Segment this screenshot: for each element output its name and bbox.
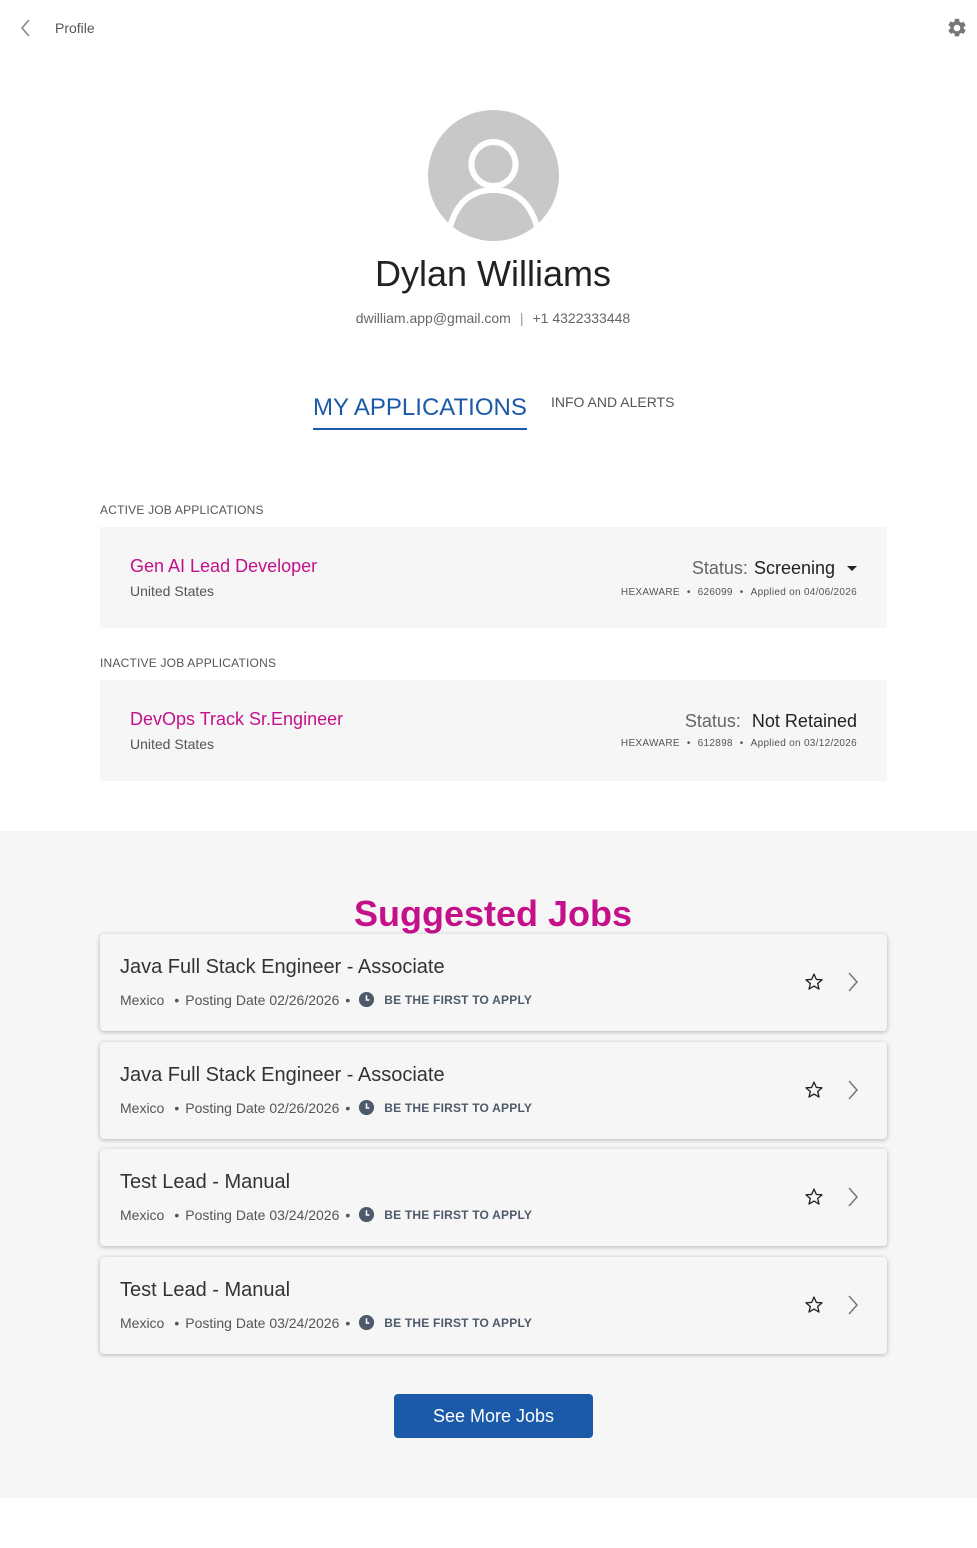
chevron-right-icon[interactable] bbox=[846, 1294, 860, 1316]
status-label: Status: bbox=[684, 711, 741, 731]
job-location: Mexico bbox=[120, 991, 165, 1008]
inactive-applications-heading: INACTIVE JOB APPLICATIONS bbox=[100, 656, 277, 670]
gear-icon bbox=[948, 18, 966, 37]
job-id: 612898 bbox=[697, 738, 733, 749]
star-outline-icon[interactable] bbox=[804, 1080, 824, 1100]
clock-icon bbox=[359, 1314, 375, 1331]
job-title: Test Lead - Manual bbox=[120, 1279, 291, 1301]
tab-info-and-alerts[interactable]: INFO AND ALERTS bbox=[551, 394, 674, 410]
job-title: Test Lead - Manual bbox=[120, 1171, 291, 1193]
back-button[interactable] bbox=[16, 16, 36, 40]
application-title-link[interactable]: Gen AI Lead Developer bbox=[130, 556, 317, 577]
application-location: United States bbox=[130, 736, 215, 752]
applied-date: Applied on 04/06/2026 bbox=[750, 587, 857, 598]
first-to-apply-badge: BE THE FIRST TO APPLY bbox=[384, 1207, 533, 1222]
contact-info: dwilliam.app@gmail.com | +1 4322333448 bbox=[0, 310, 977, 326]
star-outline-icon[interactable] bbox=[804, 1295, 824, 1315]
suggested-jobs-section: Suggested Jobs Java Full Stack Engineer … bbox=[0, 831, 977, 1498]
job-location: Mexico bbox=[120, 1314, 165, 1331]
job-title: Java Full Stack Engineer - Associate bbox=[120, 1064, 445, 1086]
suggested-jobs-title: Suggested Jobs bbox=[353, 893, 633, 934]
applied-date: Applied on 03/12/2026 bbox=[750, 738, 857, 749]
chevron-left-icon bbox=[20, 19, 30, 37]
company-name: HEXAWARE bbox=[620, 738, 680, 749]
clock-icon bbox=[359, 1206, 375, 1223]
job-location: Mexico bbox=[120, 1099, 165, 1116]
posting-date: Posting Date 02/26/2026 bbox=[185, 991, 340, 1008]
posting-date: Posting Date 03/24/2026 bbox=[185, 1206, 340, 1223]
user-placeholder-icon bbox=[445, 139, 542, 237]
application-location: United States bbox=[130, 583, 215, 599]
first-to-apply-badge: BE THE FIRST TO APPLY bbox=[384, 992, 533, 1007]
chevron-right-icon[interactable] bbox=[846, 1079, 860, 1101]
clock-icon bbox=[359, 991, 375, 1008]
profile-name: Dylan Williams bbox=[374, 253, 612, 294]
chevron-right-icon[interactable] bbox=[846, 1186, 860, 1208]
inactive-application-card: DevOps Track Sr.Engineer United States S… bbox=[100, 680, 887, 781]
status-label: Status: bbox=[691, 558, 748, 578]
star-outline-icon[interactable] bbox=[804, 1187, 824, 1207]
job-title: Java Full Stack Engineer - Associate bbox=[120, 956, 445, 978]
status-value: Screening bbox=[753, 558, 835, 578]
job-meta: Mexico • Posting Date 03/24/2026 • BE TH… bbox=[120, 1206, 533, 1223]
page-title: Profile bbox=[55, 20, 95, 36]
caret-down-icon[interactable] bbox=[847, 566, 857, 571]
active-applications-heading: ACTIVE JOB APPLICATIONS bbox=[100, 503, 264, 517]
first-to-apply-badge: BE THE FIRST TO APPLY bbox=[384, 1315, 533, 1330]
see-more-jobs-button[interactable]: See More Jobs bbox=[394, 1394, 593, 1438]
job-meta: Mexico • Posting Date 03/24/2026 • BE TH… bbox=[120, 1314, 533, 1331]
first-to-apply-badge: BE THE FIRST TO APPLY bbox=[384, 1100, 533, 1115]
application-status: Status: Not Retained bbox=[685, 711, 857, 732]
application-meta: HEXAWARE • 626099 • Applied on 04/06/2026 bbox=[620, 587, 857, 598]
job-meta: Mexico • Posting Date 02/26/2026 • BE TH… bbox=[120, 991, 533, 1008]
contact-separator: | bbox=[519, 310, 524, 326]
job-meta: Mexico • Posting Date 02/26/2026 • BE TH… bbox=[120, 1099, 533, 1116]
email-text: dwilliam.app@gmail.com bbox=[355, 310, 511, 326]
job-card[interactable]: Java Full Stack Engineer - Associate Mex… bbox=[100, 934, 887, 1031]
tab-my-applications[interactable]: MY APPLICATIONS bbox=[313, 394, 527, 430]
job-card[interactable]: Java Full Stack Engineer - Associate Mex… bbox=[100, 1042, 887, 1139]
posting-date: Posting Date 02/26/2026 bbox=[185, 1099, 340, 1116]
avatar bbox=[428, 110, 559, 241]
star-outline-icon[interactable] bbox=[804, 972, 824, 992]
application-title-link[interactable]: DevOps Track Sr.Engineer bbox=[130, 709, 343, 730]
settings-button[interactable] bbox=[946, 17, 968, 39]
job-id: 626099 bbox=[697, 587, 733, 598]
phone-text: +1 4322333448 bbox=[532, 310, 631, 326]
job-location: Mexico bbox=[120, 1206, 165, 1223]
job-card[interactable]: Test Lead - Manual Mexico • Posting Date… bbox=[100, 1257, 887, 1354]
status-value: Not Retained bbox=[751, 711, 857, 731]
posting-date: Posting Date 03/24/2026 bbox=[185, 1314, 340, 1331]
active-application-card: Gen AI Lead Developer United States Stat… bbox=[100, 527, 887, 628]
top-bar: Profile bbox=[0, 0, 977, 56]
clock-icon bbox=[359, 1099, 375, 1116]
application-meta: HEXAWARE • 612898 • Applied on 03/12/2026 bbox=[620, 738, 857, 749]
job-card[interactable]: Test Lead - Manual Mexico • Posting Date… bbox=[100, 1149, 887, 1246]
company-name: HEXAWARE bbox=[620, 587, 680, 598]
chevron-right-icon[interactable] bbox=[846, 971, 860, 993]
application-status[interactable]: Status: Screening bbox=[692, 558, 857, 579]
